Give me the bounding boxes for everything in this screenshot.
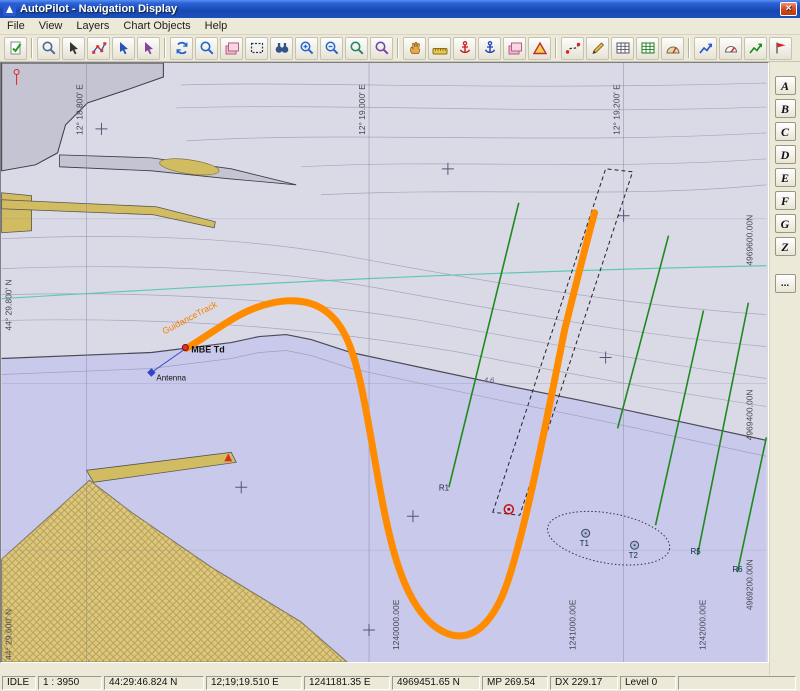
- panel-button-f[interactable]: F: [775, 191, 796, 210]
- menu-help[interactable]: Help: [198, 19, 235, 33]
- title-bar: AutoPilot - Navigation Display ×: [0, 0, 800, 18]
- refresh-button[interactable]: [170, 37, 193, 60]
- vessel-marker: [182, 345, 188, 351]
- vessel-label: MBE Td: [191, 345, 224, 355]
- panel-button-c[interactable]: C: [775, 122, 796, 141]
- menu-bar: File View Layers Chart Objects Help: [0, 18, 800, 35]
- grid-label-lon-2: 12° 19.000' E: [357, 84, 367, 135]
- window-title: AutoPilot - Navigation Display: [20, 3, 780, 15]
- anchor-raise-button[interactable]: [478, 37, 501, 60]
- route-edit-button[interactable]: [87, 37, 110, 60]
- zoom-in-button[interactable]: [295, 37, 318, 60]
- panel-button-a[interactable]: A: [775, 76, 796, 95]
- close-button[interactable]: ×: [780, 2, 797, 16]
- zoom-refresh-button[interactable]: [195, 37, 218, 60]
- grid-table-green-button[interactable]: [636, 37, 659, 60]
- grid-table-button[interactable]: [611, 37, 634, 60]
- status-mode: IDLE: [2, 676, 36, 690]
- grid-label-lon-3: 12° 19.200' E: [612, 84, 622, 135]
- find-binoculars-button[interactable]: [270, 37, 293, 60]
- anchor-drop-button[interactable]: [453, 37, 476, 60]
- toolbar: [0, 35, 800, 62]
- menu-file[interactable]: File: [0, 19, 32, 33]
- pencil-edit-button[interactable]: [586, 37, 609, 60]
- grid-label-easting-1: 1240000.00E: [391, 599, 401, 650]
- trend-chart-button[interactable]: [744, 37, 767, 60]
- panel-button-more[interactable]: ...: [775, 274, 796, 293]
- status-filler: [678, 676, 796, 690]
- chart-canvas[interactable]: R1 R5 R6 T1 T2 4.6 GuidanceTrack: [1, 63, 767, 662]
- protractor-button[interactable]: [661, 37, 684, 60]
- profile-chart-button[interactable]: [694, 37, 717, 60]
- panel-button-e[interactable]: E: [775, 168, 796, 187]
- ruler-button[interactable]: [428, 37, 451, 60]
- grid-label-easting-3: 1242000.00E: [697, 599, 707, 650]
- status-northing: 4969451.65 N: [392, 676, 480, 690]
- grid-label-lat-1: 44° 29.800' N: [4, 279, 14, 330]
- gauge-button[interactable]: [719, 37, 742, 60]
- toolbar-separator: [688, 38, 690, 58]
- zoom-window-button[interactable]: [345, 37, 368, 60]
- target-label-t2: T2: [629, 551, 639, 560]
- node-cursor-button[interactable]: [112, 37, 135, 60]
- select-cursor-button[interactable]: [62, 37, 85, 60]
- pan-hand-button[interactable]: [403, 37, 426, 60]
- menu-view[interactable]: View: [32, 19, 70, 33]
- status-longitude: 12;19;19.510 E: [206, 676, 302, 690]
- line-label-r6: R6: [732, 565, 743, 574]
- menu-layers[interactable]: Layers: [69, 19, 116, 33]
- area-select-button[interactable]: [245, 37, 268, 60]
- panel-button-b[interactable]: B: [775, 99, 796, 118]
- menu-chart-objects[interactable]: Chart Objects: [116, 19, 197, 33]
- flag-mark-button[interactable]: [769, 37, 792, 60]
- side-panel: A B C D E F G Z ...: [769, 62, 800, 675]
- toolbar-separator: [555, 38, 557, 58]
- status-level: Level 0: [620, 676, 676, 690]
- grid-label-lon-1: 12° 18.800' E: [75, 84, 85, 135]
- status-scale: 1 : 3950: [38, 676, 102, 690]
- waypoint-dot: [507, 508, 510, 511]
- antenna-label: Antenna: [156, 373, 186, 382]
- status-latitude: 44:29:46.824 N: [104, 676, 204, 690]
- line-label-r5: R5: [690, 547, 701, 556]
- status-easting: 1241181.35 E: [304, 676, 390, 690]
- zoom-previous-button[interactable]: [370, 37, 393, 60]
- bottom-gap: [0, 663, 769, 675]
- grid-label-northing-2: 4969400.00N: [744, 390, 754, 441]
- toolbar-separator: [164, 38, 166, 58]
- target-marker-2-dot: [634, 544, 636, 546]
- status-mp: MP 269.54: [482, 676, 548, 690]
- confirm-page-button[interactable]: [4, 37, 27, 60]
- windows-layers-button[interactable]: [220, 37, 243, 60]
- panel-button-d[interactable]: D: [775, 145, 796, 164]
- notes-layers-button[interactable]: [503, 37, 526, 60]
- status-bar: IDLE 1 : 3950 44:29:46.824 N 12;19;19.51…: [0, 675, 800, 691]
- zoom-out-button[interactable]: [320, 37, 343, 60]
- line-label-r1: R1: [439, 483, 450, 492]
- status-dx: DX 229.17: [550, 676, 618, 690]
- multi-cursor-button[interactable]: [137, 37, 160, 60]
- chart-area[interactable]: R1 R5 R6 T1 T2 4.6 GuidanceTrack: [0, 62, 769, 663]
- grid-label-easting-2: 1241000.00E: [568, 599, 578, 650]
- grid-label-lat-2: 44° 29.600' N: [4, 609, 14, 660]
- app-icon: [3, 3, 16, 16]
- target-marker-1-dot: [585, 532, 587, 534]
- panel-button-g[interactable]: G: [775, 214, 796, 233]
- track-dashed-button[interactable]: [561, 37, 584, 60]
- grid-label-northing-3: 4969200.00N: [744, 559, 754, 610]
- panel-button-z[interactable]: Z: [775, 237, 796, 256]
- toolbar-separator: [397, 38, 399, 58]
- hazard-area-button[interactable]: [528, 37, 551, 60]
- toolbar-separator: [31, 38, 33, 58]
- quay-block: [2, 193, 32, 233]
- sounding-value: 4.6: [484, 375, 495, 384]
- grid-label-northing-1: 4969600.00N: [744, 215, 754, 266]
- zoom-cursor-button[interactable]: [37, 37, 60, 60]
- target-label-t1: T1: [580, 539, 590, 548]
